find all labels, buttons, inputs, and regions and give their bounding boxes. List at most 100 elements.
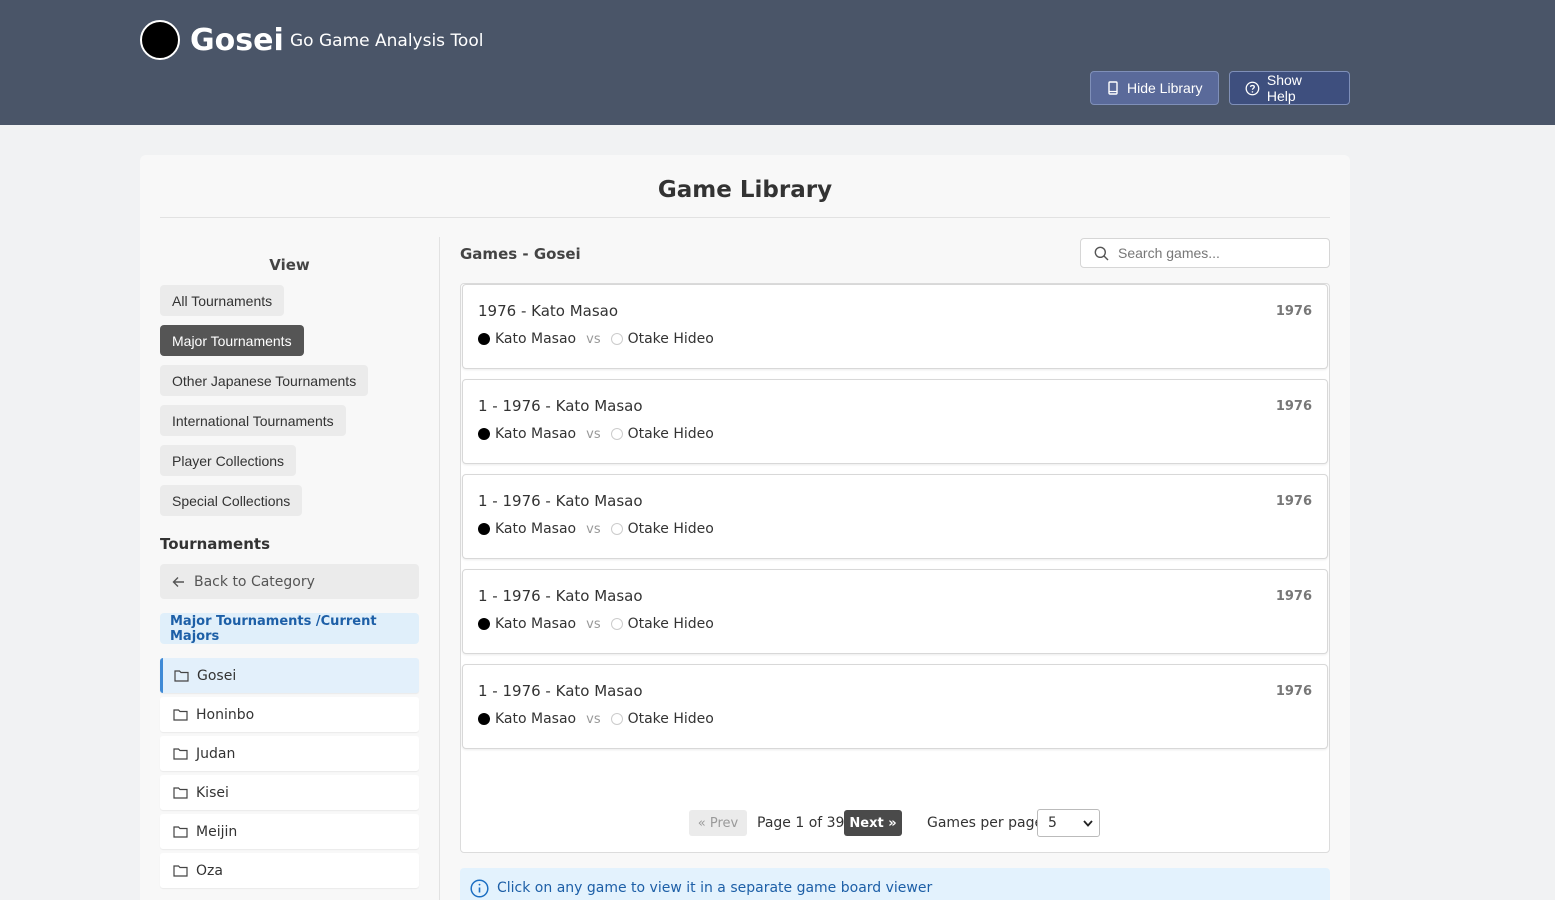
black-player: Kato Masao xyxy=(495,711,577,727)
game-title: 1 - 1976 - Kato Masao xyxy=(478,587,643,605)
app-header: Gosei Go Game Analysis Tool Hide Library… xyxy=(0,0,1555,125)
game-title: 1 - 1976 - Kato Masao xyxy=(478,492,643,510)
game-players: Kato Masao vs Otake Hideo xyxy=(478,711,714,727)
view-heading: View xyxy=(269,256,310,274)
divider xyxy=(439,237,440,900)
next-page-button[interactable]: Next » xyxy=(844,810,902,836)
view-player-collections-button[interactable]: Player Collections xyxy=(160,445,297,476)
white-player: Otake Hideo xyxy=(627,521,714,537)
white-player: Otake Hideo xyxy=(627,331,714,347)
black-stone-icon xyxy=(478,523,490,535)
prev-page-button[interactable]: « Prev xyxy=(689,810,747,836)
info-bar: Click on any game to view it in a separa… xyxy=(460,868,1330,900)
hide-library-label: Hide Library xyxy=(1127,80,1203,96)
black-player: Kato Masao xyxy=(495,616,577,632)
vs-label: vs xyxy=(586,711,601,727)
game-library-panel: Game Library View All Tournaments Major … xyxy=(140,155,1350,900)
game-year: 1976 xyxy=(1275,589,1312,604)
show-help-button[interactable]: Show Help xyxy=(1229,71,1350,105)
info-text: Click on any game to view it in a separa… xyxy=(497,880,933,896)
games-list: 1976 - Kato Masao 1976 Kato Masao vs Ota… xyxy=(460,283,1330,853)
view-other-japanese-button[interactable]: Other Japanese Tournaments xyxy=(160,365,369,396)
folder-item-kisei[interactable]: Kisei xyxy=(160,775,419,810)
game-item[interactable]: 1 - 1976 - Kato Masao 1976 Kato Masao vs… xyxy=(462,569,1328,654)
back-label: Back to Category xyxy=(194,573,315,590)
show-help-label: Show Help xyxy=(1266,72,1302,104)
view-special-collections-button[interactable]: Special Collections xyxy=(160,485,303,516)
folder-icon xyxy=(173,748,188,760)
game-item[interactable]: 1 - 1976 - Kato Masao 1976 Kato Masao vs… xyxy=(462,379,1328,464)
white-stone-icon xyxy=(610,618,623,630)
white-player: Otake Hideo xyxy=(627,711,714,727)
vs-label: vs xyxy=(586,616,601,632)
white-player: Otake Hideo xyxy=(627,426,714,442)
info-icon xyxy=(470,878,489,898)
help-icon xyxy=(1245,81,1260,95)
folder-item-meijin[interactable]: Meijin xyxy=(160,814,419,849)
folder-label: Gosei xyxy=(197,667,237,684)
search-box[interactable] xyxy=(1080,238,1330,268)
game-title: 1 - 1976 - Kato Masao xyxy=(478,397,643,415)
logo-stone-icon xyxy=(140,20,180,60)
search-input[interactable] xyxy=(1118,245,1318,261)
back-to-category-button[interactable]: Back to Category xyxy=(160,564,419,599)
divider xyxy=(160,217,1330,218)
folder-item-oza[interactable]: Oza xyxy=(160,853,419,888)
folder-icon xyxy=(173,865,188,877)
per-page-value: 5 xyxy=(1048,815,1057,831)
game-year: 1976 xyxy=(1275,304,1312,319)
black-stone-icon xyxy=(478,713,490,725)
game-players: Kato Masao vs Otake Hideo xyxy=(478,521,714,537)
game-year: 1976 xyxy=(1275,399,1312,414)
page-info: Page 1 of 39 xyxy=(757,815,845,831)
white-stone-icon xyxy=(610,713,623,725)
game-year: 1976 xyxy=(1275,684,1312,699)
black-player: Kato Masao xyxy=(495,521,577,537)
folder-item-honinbo[interactable]: Honinbo xyxy=(160,697,419,732)
game-title: 1 - 1976 - Kato Masao xyxy=(478,682,643,700)
view-major-tournaments-button[interactable]: Major Tournaments xyxy=(160,325,304,356)
game-players: Kato Masao vs Otake Hideo xyxy=(478,331,714,347)
game-players: Kato Masao vs Otake Hideo xyxy=(478,426,714,442)
white-stone-icon xyxy=(610,333,623,345)
chevron-down-icon xyxy=(1083,819,1093,827)
black-stone-icon xyxy=(478,428,490,440)
game-item[interactable]: 1 - 1976 - Kato Masao 1976 Kato Masao vs… xyxy=(462,664,1328,749)
folder-label: Judan xyxy=(196,745,236,762)
vs-label: vs xyxy=(586,426,601,442)
folder-icon xyxy=(174,670,189,682)
arrow-left-icon xyxy=(172,576,184,587)
panel-title: Game Library xyxy=(657,177,833,203)
app-subtitle: Go Game Analysis Tool xyxy=(290,31,484,51)
folder-label: Kisei xyxy=(196,784,229,801)
book-icon xyxy=(1108,81,1118,95)
game-year: 1976 xyxy=(1275,494,1312,509)
view-international-button[interactable]: International Tournaments xyxy=(160,405,346,436)
search-icon xyxy=(1094,246,1109,260)
hide-library-button[interactable]: Hide Library xyxy=(1090,71,1219,105)
white-stone-icon xyxy=(610,428,623,440)
vs-label: vs xyxy=(586,521,601,537)
folder-item-judan[interactable]: Judan xyxy=(160,736,419,771)
folder-label: Oza xyxy=(196,862,223,879)
folder-icon xyxy=(173,826,188,838)
white-player: Otake Hideo xyxy=(627,616,714,632)
category-breadcrumb: Major Tournaments /Current Majors xyxy=(160,613,419,644)
folder-item-gosei[interactable]: Gosei xyxy=(160,658,419,693)
game-title: 1976 - Kato Masao xyxy=(478,302,619,320)
vs-label: vs xyxy=(586,331,601,347)
black-player: Kato Masao xyxy=(495,331,577,347)
games-heading: Games - Gosei xyxy=(460,245,581,263)
folder-label: Honinbo xyxy=(196,706,255,723)
game-item[interactable]: 1 - 1976 - Kato Masao 1976 Kato Masao vs… xyxy=(462,474,1328,559)
black-stone-icon xyxy=(478,333,490,345)
view-all-tournaments-button[interactable]: All Tournaments xyxy=(160,285,285,316)
folder-label: Meijin xyxy=(196,823,238,840)
black-player: Kato Masao xyxy=(495,426,577,442)
app-title: Gosei xyxy=(190,23,284,58)
per-page-select[interactable]: 5 xyxy=(1037,809,1100,837)
tournaments-heading: Tournaments xyxy=(160,535,271,553)
game-players: Kato Masao vs Otake Hideo xyxy=(478,616,714,632)
game-item[interactable]: 1976 - Kato Masao 1976 Kato Masao vs Ota… xyxy=(462,284,1328,369)
white-stone-icon xyxy=(610,523,623,535)
